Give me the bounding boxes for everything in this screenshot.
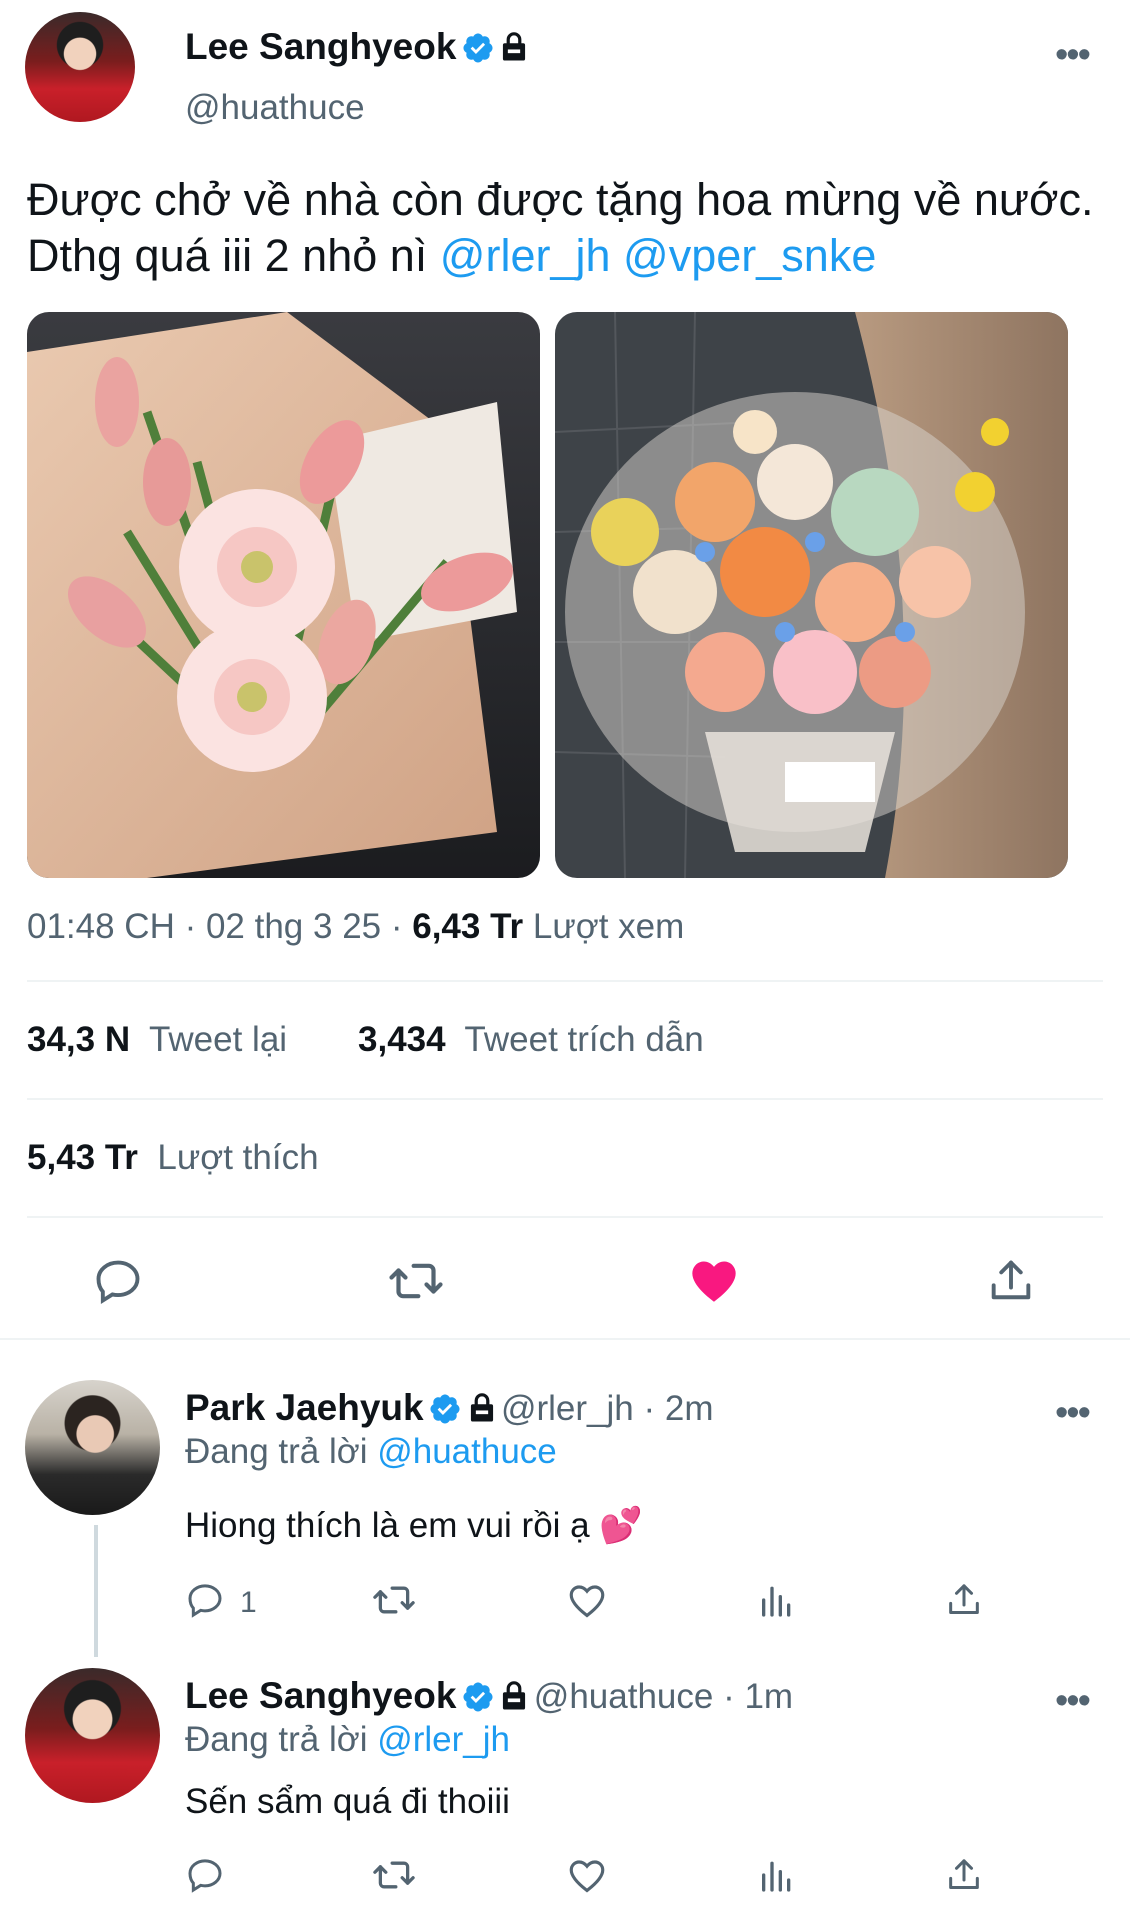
retweet-icon[interactable] bbox=[372, 1855, 416, 1895]
reply-icon[interactable] bbox=[185, 1580, 225, 1620]
replying-to: Đang trả lời @rler_jh bbox=[185, 1720, 510, 1760]
more-icon[interactable]: ••• bbox=[1055, 1392, 1091, 1435]
more-icon[interactable]: ••• bbox=[1055, 1680, 1091, 1723]
share-icon[interactable] bbox=[985, 1255, 1037, 1307]
like-stat[interactable]: 5,43 Tr Lượt thích bbox=[27, 1138, 319, 1178]
reply-avatar[interactable] bbox=[25, 1380, 160, 1515]
quote-stat[interactable]: 3,434 Tweet trích dẫn bbox=[358, 1020, 704, 1060]
reply-header: Park Jaehyuk @rler_jh · 2m bbox=[185, 1387, 713, 1429]
reply-avatar[interactable] bbox=[25, 1668, 160, 1803]
author-avatar[interactable] bbox=[25, 12, 135, 122]
reply-author-name[interactable]: Lee Sanghyeok bbox=[185, 1675, 456, 1716]
verified-badge-icon bbox=[428, 1392, 462, 1426]
tweet-photo[interactable] bbox=[27, 312, 540, 878]
lock-icon bbox=[467, 1392, 497, 1424]
share-icon[interactable] bbox=[944, 1855, 984, 1895]
replying-prefix: Đang trả lời bbox=[185, 1720, 368, 1759]
divider bbox=[27, 980, 1103, 982]
reply-text: Sến sẩm quá đi thoiii bbox=[185, 1782, 510, 1821]
lock-icon bbox=[499, 31, 529, 63]
replying-to: Đang trả lời @huathuce bbox=[185, 1432, 557, 1472]
views-icon[interactable] bbox=[757, 1855, 797, 1895]
views-label: Lượt xem bbox=[532, 907, 685, 946]
author-name-row: Lee Sanghyeok bbox=[185, 26, 529, 68]
retweet-icon[interactable] bbox=[372, 1580, 416, 1620]
mention-link[interactable]: @vper_snke bbox=[623, 230, 876, 281]
reply-author-name[interactable]: Park Jaehyuk bbox=[185, 1387, 424, 1428]
replying-to-link[interactable]: @huathuce bbox=[377, 1432, 557, 1471]
tweet-text: Được chở về nhà còn được tặng hoa mừng v… bbox=[27, 172, 1117, 284]
reply-text: Hiong thích là em vui rồi ạ 💕 bbox=[185, 1505, 643, 1546]
replying-prefix: Đang trả lời bbox=[185, 1432, 368, 1471]
section-divider bbox=[0, 1338, 1130, 1340]
mention-link[interactable]: @rler_jh bbox=[440, 230, 611, 281]
like-icon[interactable] bbox=[688, 1255, 740, 1307]
views-count: 6,43 Tr bbox=[412, 907, 524, 946]
quote-label: Tweet trích dẫn bbox=[464, 1020, 704, 1059]
reply-header: Lee Sanghyeok @huathuce · 1m bbox=[185, 1675, 793, 1717]
reply-icon[interactable] bbox=[92, 1255, 144, 1307]
hearts-emoji: 💕 bbox=[599, 1506, 643, 1545]
retweet-icon[interactable] bbox=[388, 1255, 444, 1307]
views-icon[interactable] bbox=[757, 1580, 797, 1620]
reply-handle-time[interactable]: @huathuce · 1m bbox=[534, 1677, 793, 1716]
reply-icon[interactable] bbox=[185, 1855, 225, 1895]
replying-to-link[interactable]: @rler_jh bbox=[377, 1720, 510, 1759]
divider bbox=[27, 1098, 1103, 1100]
retweet-count: 34,3 N bbox=[27, 1020, 131, 1059]
like-icon[interactable] bbox=[566, 1855, 608, 1897]
verified-badge-icon bbox=[461, 1680, 495, 1714]
more-icon[interactable]: ••• bbox=[1055, 34, 1091, 77]
reply-handle-time[interactable]: @rler_jh · 2m bbox=[501, 1389, 714, 1428]
verified-badge-icon bbox=[461, 31, 495, 65]
tweet-time[interactable]: 01:48 CH · 02 thg 3 25 · bbox=[27, 907, 403, 946]
tweet-meta: 01:48 CH · 02 thg 3 25 · 6,43 Tr Lượt xe… bbox=[27, 907, 684, 947]
author-handle[interactable]: @huathuce bbox=[185, 88, 365, 128]
thread-line bbox=[94, 1525, 98, 1657]
retweet-label: Tweet lại bbox=[148, 1020, 288, 1059]
divider bbox=[27, 1216, 1103, 1218]
reply-body: Hiong thích là em vui rồi ạ bbox=[185, 1506, 590, 1545]
tweet-photo[interactable] bbox=[555, 312, 1068, 878]
lock-icon bbox=[499, 1680, 529, 1712]
retweet-stat[interactable]: 34,3 N Tweet lại bbox=[27, 1020, 287, 1060]
share-icon[interactable] bbox=[944, 1580, 984, 1620]
quote-count: 3,434 bbox=[358, 1020, 446, 1059]
author-name[interactable]: Lee Sanghyeok bbox=[185, 26, 456, 67]
reply-count: 1 bbox=[240, 1586, 257, 1619]
like-count: 5,43 Tr bbox=[27, 1138, 138, 1177]
like-label: Lượt thích bbox=[157, 1138, 319, 1177]
like-icon[interactable] bbox=[566, 1580, 608, 1622]
